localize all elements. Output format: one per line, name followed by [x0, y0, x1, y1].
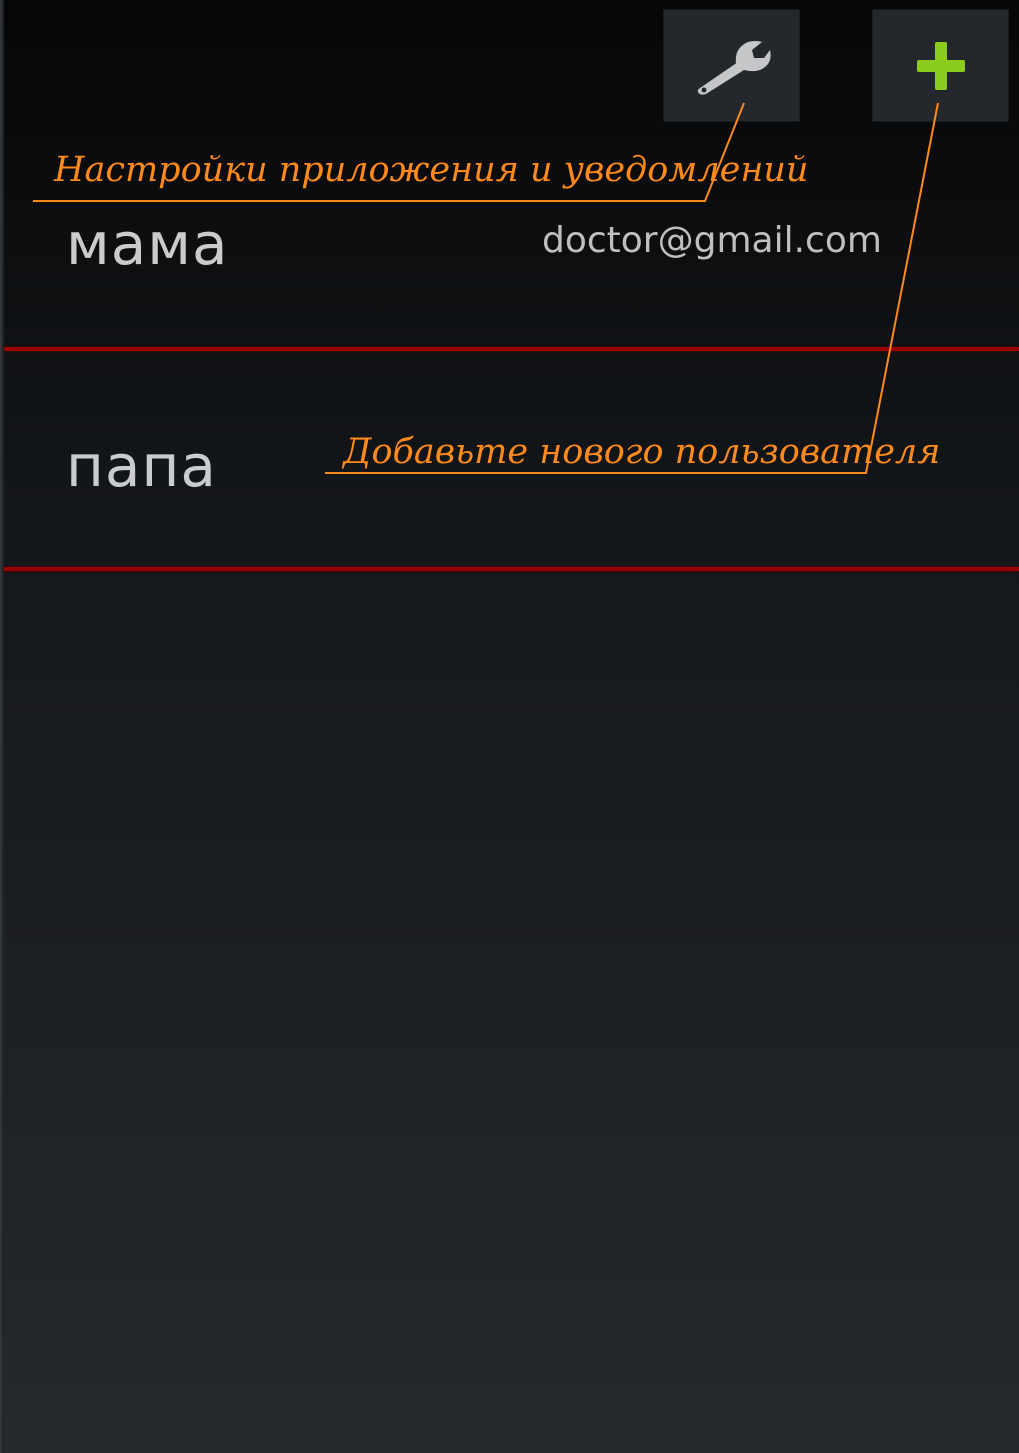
settings-button[interactable]: [663, 9, 800, 122]
user-email: doctor@gmail.com: [542, 220, 882, 261]
user-name: папа: [66, 432, 217, 500]
annotation-add-user: Добавьте нового пользователя: [343, 432, 941, 472]
user-name: мама: [66, 210, 229, 278]
add-user-button[interactable]: [872, 9, 1009, 122]
plus-icon: [914, 39, 968, 93]
row-divider: [4, 567, 1019, 571]
wrench-icon: [692, 34, 772, 98]
annotation-settings: Настройки приложения и уведомлений: [54, 150, 809, 190]
